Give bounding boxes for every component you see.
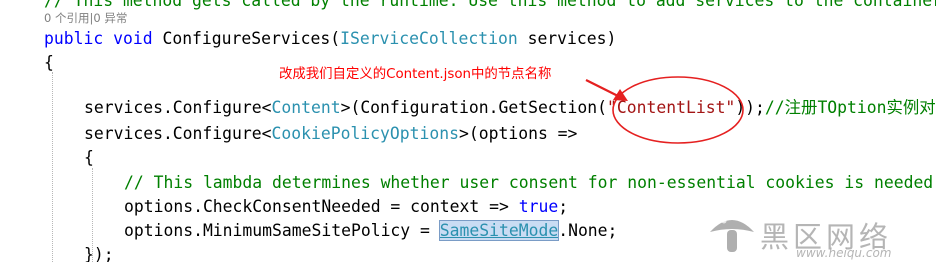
- indent-guide: [52, 72, 53, 262]
- consent-assign: options.CheckConsentNeeded = context =>: [124, 197, 519, 216]
- open-brace-line: {: [44, 53, 54, 72]
- samesite-line: options.MinimumSameSitePolicy = SameSite…: [124, 219, 617, 243]
- watermark: 黑区网络 www.heiqu.com: [700, 206, 936, 262]
- annotation-arrow-line: [585, 79, 619, 97]
- annotation-label: 改成我们自定义的Content.json中的节点名称: [279, 67, 552, 82]
- consent-line: options.CheckConsentNeeded = context => …: [124, 195, 568, 219]
- lambda-comment-line: // This lambda determines whether user c…: [124, 173, 934, 192]
- call-close: ));: [735, 98, 765, 117]
- keyword-void: void: [113, 29, 153, 48]
- content-type: Content: [271, 98, 341, 117]
- code-comment-line: // This method gets called by the runtim…: [44, 0, 936, 10]
- contentlist-string: "ContentList": [607, 98, 736, 117]
- samesite-assign: options.MinimumSameSitePolicy =: [124, 221, 440, 240]
- method-signature-line: public void ConfigureServices(IServiceCo…: [44, 27, 616, 51]
- samesite-none: .None;: [558, 221, 618, 240]
- configure-call: services.Configure<: [84, 98, 272, 117]
- keyword-public: public: [44, 29, 104, 48]
- getsection-call: >(Configuration.GetSection(: [340, 98, 608, 117]
- param-name: services): [517, 29, 617, 48]
- configure-content-line: services.Configure<Content>(Configuratio…: [84, 96, 936, 120]
- configure-cookie-line: services.Configure<CookiePolicyOptions>(…: [84, 122, 577, 146]
- watermark-url: www.heiqu.com: [796, 246, 892, 260]
- register-comment: //注册TOption实例对象: [764, 98, 936, 117]
- keyword-true: true: [518, 197, 559, 216]
- param-type: IServiceCollection: [340, 29, 518, 48]
- inner-open-brace-line: {: [84, 148, 94, 167]
- configure-call: services.Configure<: [84, 124, 272, 143]
- lambda-start: >(options =>: [459, 124, 578, 143]
- cookie-policy-type: CookiePolicyOptions: [271, 124, 460, 143]
- method-name: ConfigureServices(: [162, 29, 341, 48]
- code-editor[interactable]: // This method gets called by the runtim…: [0, 0, 936, 262]
- semicolon: ;: [558, 197, 569, 216]
- codelens-references[interactable]: 0 个引用|0 异常: [44, 11, 127, 25]
- mushroom-logo-icon: [710, 216, 754, 252]
- close-lambda-line: });: [84, 245, 114, 262]
- samesitemode-highlight[interactable]: SameSiteMode: [438, 220, 560, 241]
